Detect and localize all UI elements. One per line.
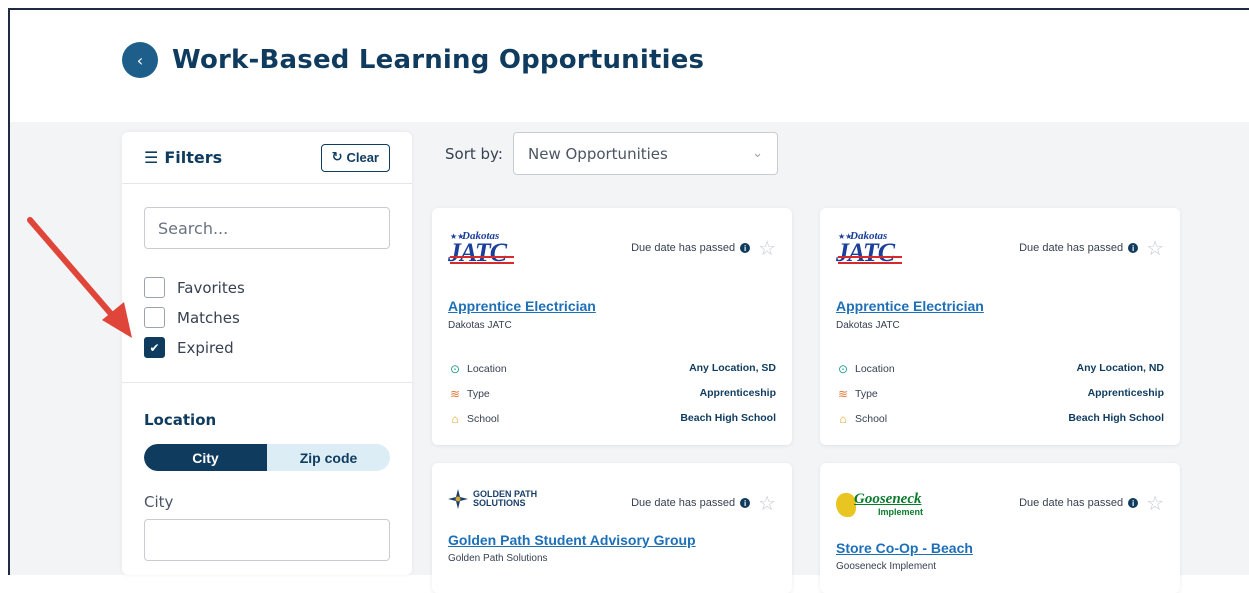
detail-row-type: ≋ Type Apprenticeship	[836, 387, 1164, 401]
detail-row-location: ⊙ Location Any Location, SD	[448, 362, 776, 376]
detail-row-school: ⌂ School Beach High School	[836, 412, 1164, 426]
page-header: ‹ Work-Based Learning Opportunities	[122, 42, 704, 78]
detail-value: Beach High School	[1068, 412, 1164, 424]
golden-path-logo: GOLDEN PATH SOLUTIONS	[448, 489, 537, 509]
detail-label: School	[467, 413, 500, 425]
opportunity-title-link[interactable]: Store Co-Op - Beach	[836, 540, 973, 556]
annotation-arrow-icon	[27, 217, 132, 338]
due-status-text: Due date has passed	[631, 497, 736, 509]
detail-value: Any Location, SD	[689, 362, 776, 374]
detail-value: Any Location, ND	[1076, 362, 1164, 374]
layers-icon: ≋	[449, 387, 461, 401]
city-input[interactable]	[144, 519, 390, 561]
matches-label: Matches	[177, 308, 240, 327]
location-heading: Location	[144, 411, 217, 429]
detail-label: School	[855, 413, 888, 425]
filters-panel: ☰ Filters ↻ Clear Search... Favorites Ma…	[122, 132, 412, 575]
opportunity-card[interactable]: GOLDEN PATH SOLUTIONS Due date has passed…	[432, 463, 792, 593]
info-icon[interactable]: i	[1128, 243, 1139, 253]
due-status-text: Due date has passed	[1019, 242, 1124, 254]
organization-name: Dakotas JATC	[836, 320, 900, 331]
detail-row-school: ⌂ School Beach High School	[448, 412, 776, 426]
info-icon[interactable]: i	[740, 243, 751, 253]
opportunity-title-link[interactable]: Golden Path Student Advisory Group	[448, 532, 696, 548]
back-button[interactable]: ‹	[122, 42, 158, 78]
favorites-checkbox-row[interactable]: Favorites	[144, 277, 245, 298]
detail-value: Apprenticeship	[699, 387, 776, 399]
gooseneck-logo: Gooseneck Implement	[836, 491, 926, 521]
detail-label: Location	[855, 363, 895, 375]
favorites-label: Favorites	[177, 278, 245, 297]
info-icon[interactable]: i	[740, 498, 751, 508]
favorite-star-icon[interactable]: ☆	[758, 238, 776, 258]
clear-button-label: Clear	[346, 150, 379, 165]
search-input[interactable]: Search...	[144, 207, 390, 249]
favorite-star-icon[interactable]: ☆	[1146, 493, 1164, 513]
due-status: Due date has passed i ☆	[631, 238, 776, 258]
sort-label: Sort by:	[445, 145, 503, 163]
favorite-star-icon[interactable]: ☆	[1146, 238, 1164, 258]
opportunity-title-link[interactable]: Apprentice Electrician	[836, 298, 984, 314]
sort-value: New Opportunities	[528, 144, 668, 163]
city-toggle-button[interactable]: City	[144, 444, 267, 471]
location-pin-icon: ⊙	[449, 362, 461, 376]
clear-button[interactable]: ↻ Clear	[320, 143, 390, 172]
expired-checkbox[interactable]: ✔	[144, 337, 165, 358]
location-pin-icon: ⊙	[837, 362, 849, 376]
checkmark-icon: ✔	[149, 340, 160, 355]
favorite-star-icon[interactable]: ☆	[758, 493, 776, 513]
matches-checkbox-row[interactable]: Matches	[144, 307, 240, 328]
detail-row-location: ⊙ Location Any Location, ND	[836, 362, 1164, 376]
opportunity-card[interactable]: Gooseneck Implement Due date has passed …	[820, 463, 1180, 593]
due-status: Due date has passed i ☆	[1019, 238, 1164, 258]
organization-name: Golden Path Solutions	[448, 553, 548, 564]
detail-value: Beach High School	[680, 412, 776, 424]
detail-label: Type	[855, 388, 878, 400]
due-status: Due date has passed i ☆	[631, 493, 776, 513]
filters-title-text: Filters	[164, 148, 223, 167]
golden-path-logo-text: GOLDEN PATH SOLUTIONS	[473, 489, 538, 508]
zip-toggle-button[interactable]: Zip code	[267, 444, 390, 471]
opportunity-card[interactable]: ★★ Dakotas JATC Due date has passed i ☆ Ap…	[820, 208, 1180, 445]
dakotas-jatc-logo: ★★ Dakotas JATC	[448, 230, 520, 270]
school-icon: ⌂	[839, 412, 847, 426]
opportunity-card[interactable]: ★★ Dakotas JATC Due date has passed i ☆ Ap…	[432, 208, 792, 445]
organization-name: Dakotas JATC	[448, 320, 512, 331]
favorites-checkbox[interactable]	[144, 277, 165, 298]
compass-icon	[448, 489, 468, 509]
organization-name: Gooseneck Implement	[836, 561, 937, 572]
location-mode-toggle: City Zip code	[144, 444, 390, 471]
due-status-text: Due date has passed	[1019, 497, 1124, 509]
expired-label: Expired	[177, 338, 234, 357]
city-label: City	[144, 493, 174, 511]
dakotas-jatc-logo: ★★ Dakotas JATC	[836, 230, 908, 270]
matches-checkbox[interactable]	[144, 307, 165, 328]
detail-label: Type	[467, 388, 490, 400]
refresh-icon: ↻	[331, 150, 343, 165]
due-status-text: Due date has passed	[631, 242, 736, 254]
goose-icon	[836, 493, 856, 517]
info-icon[interactable]: i	[1128, 498, 1139, 508]
due-status: Due date has passed i ☆	[1019, 493, 1164, 513]
page-title: Work-Based Learning Opportunities	[172, 45, 705, 75]
school-icon: ⌂	[451, 412, 459, 426]
expired-checkbox-row[interactable]: ✔ Expired	[144, 337, 234, 358]
sort-dropdown[interactable]: New Opportunities ⌄	[513, 132, 778, 175]
filters-title: ☰ Filters	[144, 148, 222, 167]
detail-label: Location	[467, 363, 507, 375]
sliders-icon: ☰	[144, 148, 159, 167]
filters-header: ☰ Filters ↻ Clear	[122, 132, 412, 184]
filters-divider	[122, 382, 412, 383]
detail-value: Apprenticeship	[1087, 387, 1164, 399]
chevron-down-icon: ⌄	[752, 146, 763, 161]
opportunity-title-link[interactable]: Apprentice Electrician	[448, 298, 596, 314]
detail-row-type: ≋ Type Apprenticeship	[448, 387, 776, 401]
layers-icon: ≋	[837, 387, 849, 401]
